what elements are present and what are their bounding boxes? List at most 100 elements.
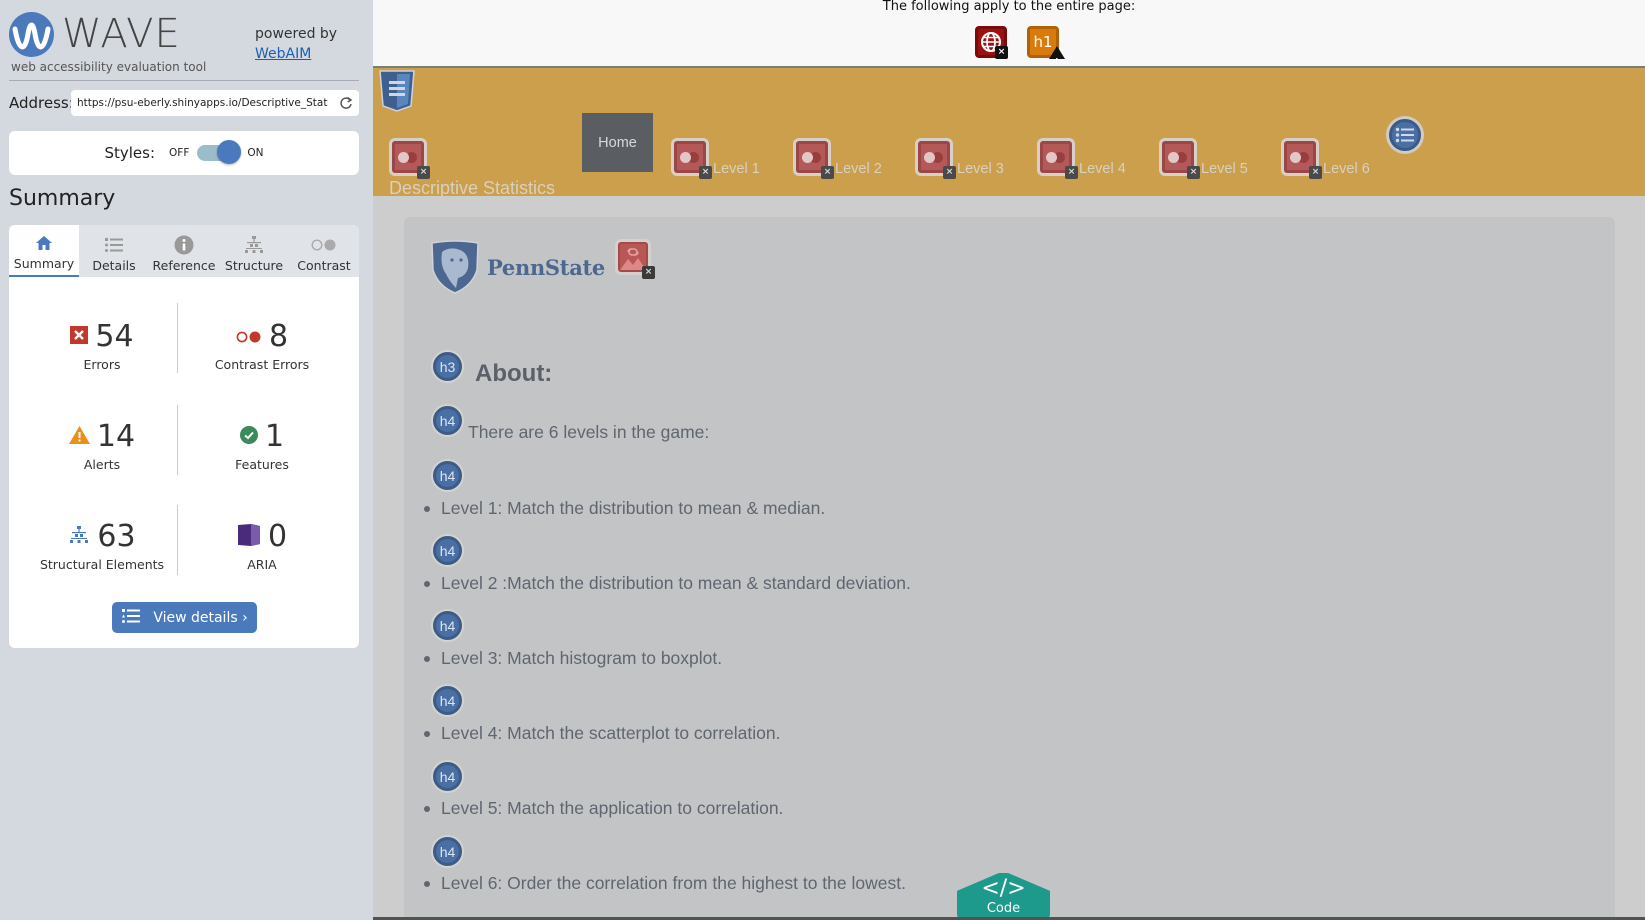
stat-aria[interactable]: 0 ARIA [182,519,342,572]
nav-level-label[interactable]: Level 2 [835,161,882,177]
nav-level-6[interactable]: × Level 6 [1281,138,1370,179]
wave-wordmark: WAVE [62,11,181,57]
tab-details[interactable]: Details [79,225,149,277]
h4-badge-icon[interactable]: h4 [431,609,464,642]
structure-icon [68,526,90,548]
features-label: Features [235,457,289,472]
divider [9,80,359,81]
wave-sidebar: WAVE web accessibility evaluation tool p… [0,0,373,920]
code-button[interactable]: </> Code [957,873,1050,920]
stat-structural[interactable]: 63 Structural Elements [22,519,182,572]
aria-icon [237,523,261,551]
address-value[interactable]: https://psu-eberly.shinyapps.io/Descript… [77,97,335,109]
summary-heading: Summary [9,186,116,211]
title-contrast-error[interactable]: × [389,138,430,179]
about-heading: About: [475,360,553,387]
alerts-label: Alerts [83,457,121,472]
contrast-errors-count: 8 [268,319,289,354]
contrast-error-icon[interactable]: × [1159,138,1200,179]
structure-icon [244,234,264,256]
language-missing-error-icon[interactable]: × [975,26,1008,59]
stat-errors[interactable]: 54 Errors [22,319,182,372]
nittany-lion-shield-icon [431,240,479,294]
nav-level-label[interactable]: Level 4 [1079,161,1126,177]
structural-count: 63 [97,519,136,554]
h4-badge-icon[interactable]: h4 [431,760,464,793]
level-description: Level 4: Match the scatterplot to correl… [424,723,780,744]
contrast-error-icon[interactable]: × [1281,138,1322,179]
alerts-count: 14 [96,419,136,454]
summary-panel: Summary Details Reference Structure Cont… [9,225,359,648]
nav-level-1[interactable]: × Level 1 [671,138,760,179]
page-level-heading: The following apply to the entire page: [882,0,1136,14]
styles-toggle[interactable] [197,140,242,164]
h4-badge-icon[interactable]: h4 [431,404,464,437]
stat-contrast-errors[interactable]: 8 Contrast Errors [182,319,342,372]
h4-badge-icon[interactable]: h4 [431,835,464,868]
toggle-knob[interactable] [217,140,242,164]
aria-label: ARIA [247,557,277,572]
styles-off-label: OFF [169,147,190,159]
list-icon [121,608,141,628]
level-description: Level 3: Match histogram to boxplot. [424,648,722,669]
view-details-label: View details › [153,609,248,626]
h3-badge-icon[interactable]: h3 [431,350,464,383]
contrast-error-icon[interactable]: × [671,138,712,179]
missing-h1-alert-icon[interactable]: h1 ! [1027,26,1065,66]
nav-level-4[interactable]: × Level 4 [1037,138,1126,179]
reload-icon[interactable] [339,96,353,110]
powered-by: powered by WebAIM [255,24,337,64]
tab-label: Summary [13,256,75,271]
home-icon [35,232,53,254]
tab-reference[interactable]: Reference [149,225,219,277]
info-icon [174,234,194,256]
panel-tabs: Summary Details Reference Structure Cont… [9,225,359,277]
tab-label: Details [92,258,136,273]
level-description: Level 5: Match the application to correl… [424,798,783,819]
powered-by-text: powered by [255,26,338,42]
code-label: Code [986,901,1021,916]
pennstate-logo[interactable]: PennState [430,240,605,294]
nav-level-label[interactable]: Level 3 [957,161,1004,177]
code-icon: </> [981,876,1026,901]
error-badge-icon: × [995,46,1008,59]
structural-label: Structural Elements [39,557,165,572]
tab-summary[interactable]: Summary [9,225,79,277]
h4-badge-icon[interactable]: h4 [431,684,464,717]
linked-image-missing-alt-icon[interactable]: × [615,239,655,279]
tab-label: Reference [152,258,216,273]
page-level-issues: The following apply to the entire page: … [373,0,1645,68]
level-description: Level 2 :Match the distribution to mean … [424,573,911,594]
nav-level-label[interactable]: Level 1 [713,161,760,177]
nav-home[interactable]: Home [582,113,653,172]
stat-alerts[interactable]: 14 Alerts [22,419,182,472]
nav-level-3[interactable]: × Level 3 [915,138,1004,179]
nav-level-label[interactable]: Level 6 [1323,161,1370,177]
content-card: PennState × h3 About: h4 There are 6 lev… [404,217,1615,920]
contrast-error-icon[interactable]: × [915,138,956,179]
h4-badge-icon[interactable]: h4 [431,534,464,567]
address-input[interactable]: https://psu-eberly.shinyapps.io/Descript… [71,90,359,116]
address-row: Address: https://psu-eberly.shinyapps.io… [9,90,359,116]
contrast-error-icon[interactable]: × [389,138,430,179]
tab-structure[interactable]: Structure [219,225,289,277]
nav-level-label[interactable]: Level 5 [1201,161,1248,177]
unordered-list-icon[interactable] [1386,116,1424,154]
styles-toggle-card: Styles: OFF ON [9,131,359,175]
h4-badge-icon[interactable]: h4 [431,459,464,492]
features-count: 1 [264,419,285,454]
nav-level-5[interactable]: × Level 5 [1159,138,1248,179]
errors-count: 54 [95,319,134,354]
view-details-button[interactable]: View details › [112,602,257,633]
tab-contrast[interactable]: Contrast [289,225,359,277]
nav-level-2[interactable]: × Level 2 [793,138,882,179]
webaim-link[interactable]: WebAIM [255,44,337,64]
css-structure-icon[interactable] [379,70,415,112]
site-title[interactable]: Descriptive Statistics [389,178,555,198]
contrast-error-icon[interactable]: × [793,138,834,179]
pennstate-wordmark: PennState [487,254,605,280]
summary-stats: 54 Errors 8 Contrast Errors 14 Alerts 1 … [9,277,359,577]
aria-count: 0 [267,519,288,554]
stat-features[interactable]: 1 Features [182,419,342,472]
contrast-error-icon[interactable]: × [1037,138,1078,179]
